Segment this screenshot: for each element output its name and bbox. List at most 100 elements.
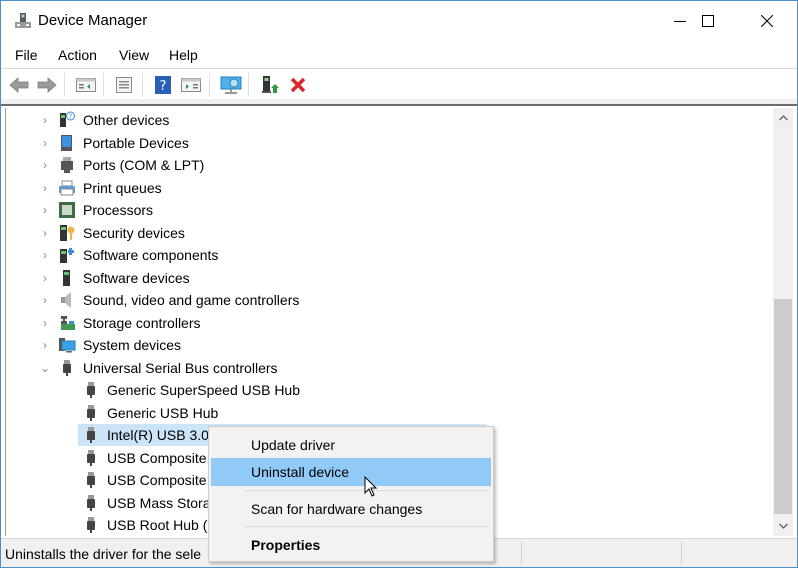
processor-icon: [59, 202, 75, 218]
tree-item-label: System devices: [83, 337, 182, 353]
tree-item-label: Other devices: [83, 112, 170, 128]
tree-item-processors[interactable]: › Processors: [6, 199, 766, 221]
maximize-button[interactable]: [685, 1, 731, 41]
status-separator: [521, 542, 522, 564]
storage-controller-icon: [61, 315, 75, 330]
menu-bar: File Action View Help: [1, 41, 797, 69]
chevron-right-icon[interactable]: ›: [39, 248, 51, 262]
toolbar-separator: [209, 73, 210, 97]
software-components-icon: [60, 248, 74, 263]
tree-child-generic-usb-hub[interactable]: Generic USB Hub: [6, 402, 766, 424]
tree-item-software-components[interactable]: › Software components: [6, 244, 766, 266]
properties-icon: [116, 77, 132, 93]
system-devices-icon: [59, 338, 76, 353]
menu-item-label: Properties: [251, 537, 321, 553]
tree-item-system-devices[interactable]: › System devices: [6, 334, 766, 356]
tree-item-label: Sound, video and game controllers: [83, 292, 300, 308]
menu-item-properties[interactable]: Properties: [211, 531, 491, 559]
close-icon: [761, 15, 773, 27]
menu-item-uninstall-device[interactable]: Uninstall device: [211, 458, 491, 486]
close-button[interactable]: [744, 1, 790, 41]
vertical-scrollbar[interactable]: [773, 108, 793, 536]
tree-child-label: Generic SuperSpeed USB Hub: [107, 382, 300, 398]
tree-item-security-devices[interactable]: › Security devices: [6, 222, 766, 244]
tree-item-sound-video-game[interactable]: › Sound, video and game controllers: [6, 289, 766, 311]
svg-text:?: ?: [160, 79, 167, 94]
speaker-icon: [61, 292, 71, 308]
chevron-down-icon: [778, 523, 788, 529]
usb-plug-icon: [87, 517, 95, 533]
menu-view[interactable]: View: [119, 47, 149, 63]
scan-monitor-icon: [220, 76, 242, 94]
uninstall-button[interactable]: [287, 74, 309, 96]
menu-item-scan-hardware[interactable]: Scan for hardware changes: [211, 495, 491, 523]
title-bar[interactable]: Device Manager: [1, 1, 797, 41]
chevron-right-icon[interactable]: ›: [39, 293, 51, 307]
tree-item-storage-controllers[interactable]: › Storage controllers: [6, 312, 766, 334]
scrollbar-thumb[interactable]: [774, 299, 792, 514]
scan-hardware-button[interactable]: [220, 74, 242, 96]
toolbar-separator: [64, 73, 65, 97]
menu-item-label: Update driver: [251, 437, 336, 453]
tree-item-label: Portable Devices: [83, 134, 189, 151]
usb-plug-icon: [87, 427, 95, 443]
usb-plug-icon: [87, 472, 95, 488]
chevron-right-icon[interactable]: ›: [39, 158, 51, 172]
tree-child-label: USB Composite: [107, 472, 207, 488]
menu-item-update-driver[interactable]: Update driver: [211, 431, 491, 459]
help-button[interactable]: ?: [152, 74, 174, 96]
forward-button[interactable]: [36, 74, 58, 96]
tree-item-other-devices[interactable]: › ? Other devices: [6, 109, 766, 131]
tree-item-label: Software components: [83, 247, 219, 263]
chevron-right-icon[interactable]: ›: [39, 271, 51, 285]
chevron-right-icon[interactable]: ›: [39, 181, 51, 195]
tree-child-generic-superspeed-hub[interactable]: Generic SuperSpeed USB Hub: [6, 379, 766, 401]
action-pane-button[interactable]: [180, 74, 202, 96]
chevron-right-icon[interactable]: ›: [39, 316, 51, 330]
chevron-down-icon[interactable]: ⌄: [39, 361, 51, 375]
menu-item-label: Scan for hardware changes: [251, 501, 423, 517]
console-tree-icon: [76, 78, 96, 92]
tree-item-usb-controllers[interactable]: ⌄ Universal Serial Bus controllers: [6, 357, 766, 379]
chevron-right-icon[interactable]: ›: [39, 338, 51, 352]
other-devices-icon: ?: [60, 111, 75, 127]
printer-icon: [59, 180, 75, 195]
context-menu: Update driver Uninstall device Scan for …: [208, 426, 494, 562]
status-separator: [681, 542, 682, 564]
properties-button[interactable]: [113, 74, 135, 96]
console-tree-button[interactable]: [75, 74, 97, 96]
usb-plug-icon: [87, 404, 95, 421]
mouse-cursor-icon: [364, 476, 378, 497]
red-x-icon: [290, 77, 306, 93]
back-button[interactable]: [8, 74, 30, 96]
chevron-right-icon[interactable]: ›: [39, 226, 51, 240]
software-devices-icon: [63, 269, 70, 286]
security-key-icon: [60, 224, 75, 241]
update-driver-icon: [262, 76, 279, 93]
tree-item-print-queues[interactable]: › Print queues: [6, 177, 766, 199]
tree-item-label: Processors: [83, 202, 154, 218]
tree-child-label: Intel(R) USB 3.0 e: [107, 427, 221, 443]
tree-item-label: Print queues: [83, 179, 162, 196]
device-manager-icon: [15, 13, 31, 28]
help-icon: ?: [155, 76, 171, 94]
chevron-right-icon[interactable]: ›: [39, 203, 51, 217]
menu-help[interactable]: Help: [169, 47, 198, 63]
tree-item-ports[interactable]: › Ports (COM & LPT): [6, 154, 766, 176]
chevron-right-icon[interactable]: ›: [39, 113, 51, 127]
usb-plug-icon: [87, 382, 95, 398]
update-driver-button[interactable]: [259, 74, 281, 96]
tree-item-portable-devices[interactable]: › Portable Devices: [6, 132, 766, 154]
usb-plug-icon: [87, 494, 95, 511]
menu-file[interactable]: File: [15, 47, 38, 63]
chevron-right-icon[interactable]: ›: [39, 136, 51, 150]
tree-child-label: Generic USB Hub: [107, 404, 219, 421]
tree-child-label: USB Composite: [107, 449, 207, 466]
usb-plug-icon: [63, 359, 71, 376]
menu-action[interactable]: Action: [58, 47, 97, 63]
tree-child-label: USB Root Hub (: [107, 517, 208, 533]
scroll-up-button[interactable]: [773, 108, 793, 128]
toolbar: ?: [1, 69, 797, 100]
scroll-down-button[interactable]: [773, 516, 793, 536]
tree-item-software-devices[interactable]: › Software devices: [6, 267, 766, 289]
